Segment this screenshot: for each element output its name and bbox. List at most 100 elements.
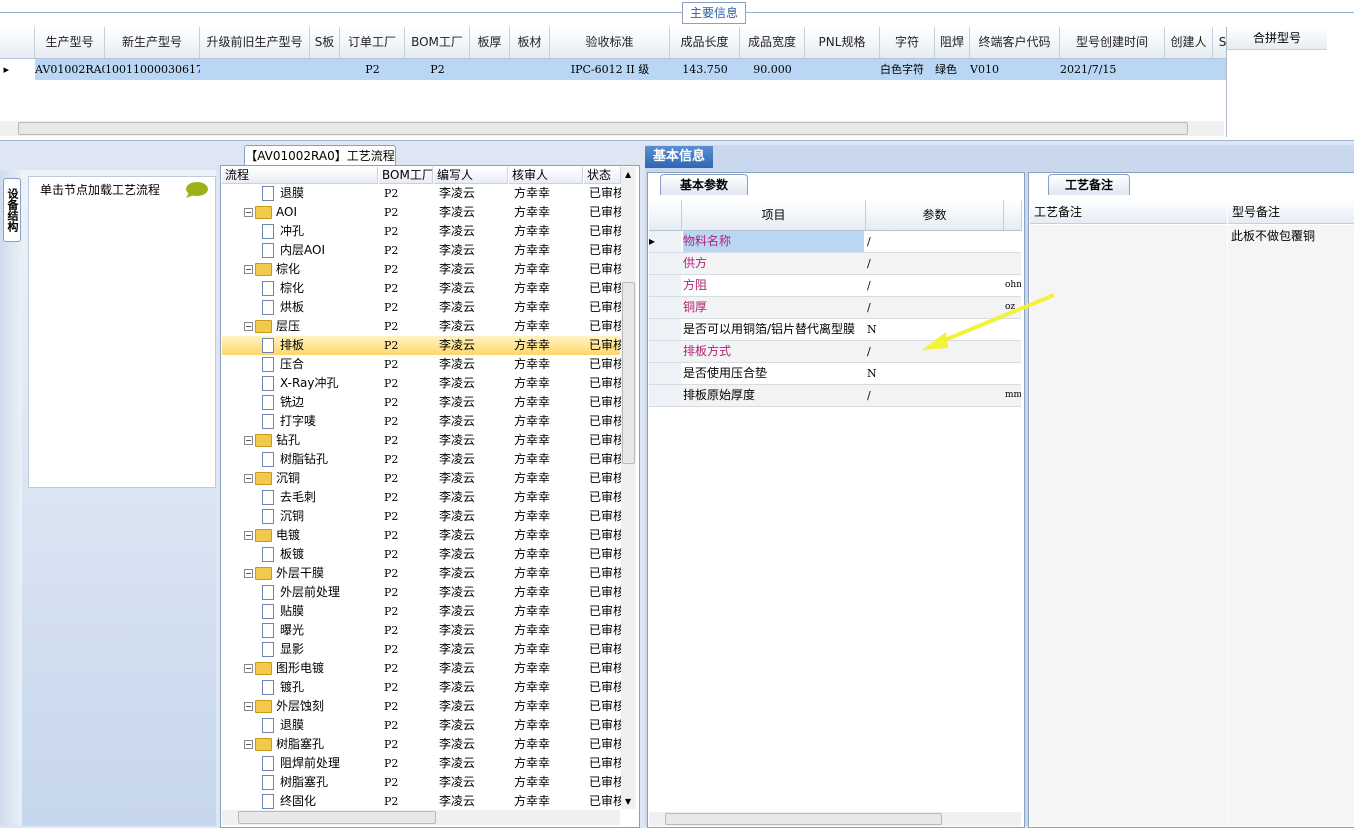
tree-row[interactable]: 排板 P2 李凌云 方幸幸 已审核: [222, 336, 621, 355]
cell[interactable]: 白色字符: [880, 59, 935, 80]
tree-col-header[interactable]: 核审人: [509, 167, 583, 184]
param-row[interactable]: 是否使用压合垫 N: [649, 363, 1021, 385]
tree-row[interactable]: 沉铜 P2 李凌云 方幸幸 已审核: [222, 507, 621, 526]
collapse-icon[interactable]: −: [244, 702, 253, 711]
cell[interactable]: P2: [405, 59, 470, 80]
tree-col-header[interactable]: BOM工厂: [379, 167, 433, 184]
tree-row[interactable]: 树脂钻孔 P2 李凌云 方幸幸 已审核: [222, 450, 621, 469]
tree-node[interactable]: 压合: [262, 355, 374, 374]
tree-row[interactable]: 曝光 P2 李凌云 方幸幸 已审核: [222, 621, 621, 640]
param-row[interactable]: 排板原始厚度 / mm: [649, 385, 1021, 407]
tree-row[interactable]: − 棕化 P2 李凌云 方幸幸 已审核: [222, 260, 621, 279]
tree-row[interactable]: 烘板 P2 李凌云 方幸幸 已审核: [222, 298, 621, 317]
cell[interactable]: 2021/7/15: [1060, 59, 1165, 80]
col-unit[interactable]: [1004, 200, 1022, 231]
params-hscrollbar[interactable]: [649, 812, 1021, 826]
main-grid-hscrollbar[interactable]: [0, 121, 1224, 136]
tree-row[interactable]: − 树脂塞孔 P2 李凌云 方幸幸 已审核: [222, 735, 621, 754]
col-header[interactable]: 订单工厂: [340, 27, 405, 59]
tree-node[interactable]: 铣边: [262, 393, 374, 412]
tree-node[interactable]: − 层压: [244, 317, 374, 336]
tree-row[interactable]: 退膜 P2 李凌云 方幸幸 已审核: [222, 716, 621, 735]
tree-node[interactable]: − 图形电镀: [244, 659, 374, 678]
node-box[interactable]: [28, 176, 216, 488]
tree-node[interactable]: − 沉铜: [244, 469, 374, 488]
tree-row[interactable]: 终固化 P2 李凌云 方幸幸 已审核: [222, 792, 621, 811]
tree-row[interactable]: 板镀 P2 李凌云 方幸幸 已审核: [222, 545, 621, 564]
col-header[interactable]: 终端客户代码: [970, 27, 1060, 59]
cell[interactable]: [1165, 59, 1213, 80]
tree-node[interactable]: 退膜: [262, 184, 374, 203]
scroll-thumb[interactable]: [238, 811, 436, 824]
tree-node[interactable]: 打字唛: [262, 412, 374, 431]
row-indicator[interactable]: [649, 385, 681, 406]
cell[interactable]: P2: [340, 59, 405, 80]
cell[interactable]: IPC-6012 II 级: [550, 59, 670, 80]
row-indicator[interactable]: [649, 319, 681, 340]
tree-row[interactable]: − AOI P2 李凌云 方幸幸 已审核: [222, 203, 621, 222]
tree-col-header[interactable]: 编写人: [434, 167, 508, 184]
tree-row[interactable]: − 图形电镀 P2 李凌云 方幸幸 已审核: [222, 659, 621, 678]
cell[interactable]: [805, 59, 880, 80]
tree-row[interactable]: − 电镀 P2 李凌云 方幸幸 已审核: [222, 526, 621, 545]
tree-col-header[interactable]: 状态: [584, 167, 621, 184]
tree-col-header[interactable]: 流程: [222, 167, 378, 184]
cell[interactable]: 143.750: [670, 59, 740, 80]
tree-node[interactable]: 烘板: [262, 298, 374, 317]
collapse-icon[interactable]: −: [244, 208, 253, 217]
tree-node[interactable]: 镀孔: [262, 678, 374, 697]
tree-row[interactable]: 外层前处理 P2 李凌云 方幸幸 已审核: [222, 583, 621, 602]
scroll-thumb[interactable]: [18, 122, 1188, 135]
col-header[interactable]: 生产型号: [35, 27, 105, 59]
col-header[interactable]: 新生产型号: [105, 27, 200, 59]
tree-row[interactable]: 铣边 P2 李凌云 方幸幸 已审核: [222, 393, 621, 412]
tree-node[interactable]: X-Ray冲孔: [262, 374, 374, 393]
tree-row[interactable]: 贴膜 P2 李凌云 方幸幸 已审核: [222, 602, 621, 621]
tree-row[interactable]: 树脂塞孔 P2 李凌云 方幸幸 已审核: [222, 773, 621, 792]
row-indicator[interactable]: [649, 253, 681, 274]
tree-row[interactable]: 冲孔 P2 李凌云 方幸幸 已审核: [222, 222, 621, 241]
tree-row[interactable]: − 外层干膜 P2 李凌云 方幸幸 已审核: [222, 564, 621, 583]
scroll-thumb[interactable]: [622, 282, 635, 464]
row-indicator[interactable]: ▸: [0, 59, 34, 80]
scroll-up-icon[interactable]: ▲: [625, 170, 631, 179]
col-header[interactable]: 型号创建时间: [1060, 27, 1165, 59]
row-indicator[interactable]: [649, 363, 681, 384]
tree-node[interactable]: − 外层干膜: [244, 564, 374, 583]
cell[interactable]: 90.000: [740, 59, 805, 80]
col-item[interactable]: 项目: [682, 200, 866, 231]
tree-node[interactable]: 冲孔: [262, 222, 374, 241]
cell[interactable]: V010: [970, 59, 1060, 80]
tree-node[interactable]: 贴膜: [262, 602, 374, 621]
col-header[interactable]: 升级前旧生产型号: [200, 27, 310, 59]
tree-node[interactable]: 内层AOI: [262, 241, 374, 260]
col-header[interactable]: 验收标准: [550, 27, 670, 59]
tree-node[interactable]: − 外层蚀刻: [244, 697, 374, 716]
collapse-icon[interactable]: −: [244, 664, 253, 673]
tree-row[interactable]: − 外层蚀刻 P2 李凌云 方幸幸 已审核: [222, 697, 621, 716]
tree-node[interactable]: 外层前处理: [262, 583, 374, 602]
tree-node[interactable]: 曝光: [262, 621, 374, 640]
col-value[interactable]: 参数: [866, 200, 1004, 231]
tree-node[interactable]: 树脂塞孔: [262, 773, 374, 792]
tree-node[interactable]: − 钻孔: [244, 431, 374, 450]
tree-row[interactable]: 镀孔 P2 李凌云 方幸幸 已审核: [222, 678, 621, 697]
col-header[interactable]: 字符: [880, 27, 935, 59]
tree-node[interactable]: 沉铜: [262, 507, 374, 526]
tab-equipment-structure[interactable]: 设备结构: [3, 178, 21, 242]
tree-node[interactable]: − AOI: [244, 203, 374, 222]
cell[interactable]: [470, 59, 510, 80]
tree-vscrollbar[interactable]: ▲ ▼: [621, 167, 636, 809]
col-header[interactable]: 创建人: [1165, 27, 1213, 59]
params-corner[interactable]: [649, 200, 682, 231]
collapse-icon[interactable]: −: [244, 265, 253, 274]
cell[interactable]: [200, 59, 310, 80]
tree-row[interactable]: 棕化 P2 李凌云 方幸幸 已审核: [222, 279, 621, 298]
tree-row[interactable]: 压合 P2 李凌云 方幸幸 已审核: [222, 355, 621, 374]
col-header[interactable]: S板: [310, 27, 340, 59]
scroll-down-icon[interactable]: ▼: [625, 797, 631, 806]
tree-node[interactable]: 显影: [262, 640, 374, 659]
grid-corner[interactable]: [0, 27, 35, 59]
col-header[interactable]: 板材: [510, 27, 550, 59]
col-header[interactable]: 阻焊: [935, 27, 970, 59]
